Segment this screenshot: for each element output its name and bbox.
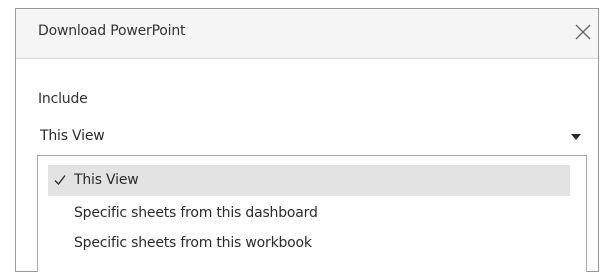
close-icon[interactable] [574, 23, 592, 41]
option-label: Specific sheets from this dashboard [74, 205, 318, 221]
include-selected-value: This View [40, 128, 105, 144]
option-specific-sheets-dashboard[interactable]: Specific sheets from this dashboard [48, 198, 570, 229]
checkmark-icon [53, 173, 67, 187]
option-this-view[interactable]: This View [48, 165, 570, 196]
chevron-down-icon [570, 133, 582, 141]
dialog-title: Download PowerPoint [38, 23, 186, 39]
include-label: Include [38, 91, 88, 107]
option-specific-sheets-workbook[interactable]: Specific sheets from this workbook [48, 228, 570, 259]
option-label: Specific sheets from this workbook [74, 235, 312, 251]
include-dropdown-menu: This View Specific sheets from this dash… [37, 155, 587, 272]
option-label: This View [74, 172, 139, 188]
include-select[interactable]: This View [38, 121, 584, 149]
dialog-title-bar: Download PowerPoint [16, 9, 598, 59]
